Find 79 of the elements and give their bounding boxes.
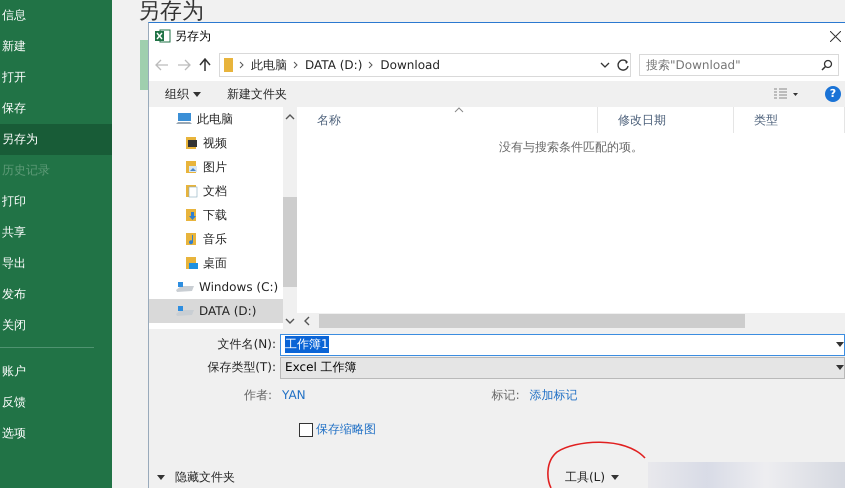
folder-icon: [224, 58, 233, 72]
menu-item[interactable]: 共享: [0, 217, 112, 248]
folder-icon: [185, 160, 199, 174]
menu-item[interactable]: 新建: [0, 31, 112, 62]
menu-item[interactable]: 导出: [0, 248, 112, 279]
scroll-down-icon[interactable]: [285, 317, 295, 325]
nav-item[interactable]: 视频: [163, 131, 283, 155]
up-arrow-icon[interactable]: [199, 58, 211, 72]
folder-icon: [185, 184, 199, 198]
caret-icon: [193, 92, 201, 96]
organize-menu[interactable]: 组织: [165, 86, 201, 102]
breadcrumb[interactable]: Download: [380, 58, 440, 72]
drive-icon: [175, 281, 195, 293]
field-label: 文件名(N):: [216, 336, 277, 353]
nav-item[interactable]: 下载: [163, 203, 283, 227]
caret-icon: [157, 474, 165, 480]
nav-item[interactable]: DATA (D:): [149, 299, 283, 323]
tools-menu[interactable]: 工具(L): [565, 468, 620, 486]
chevron-right-icon: [293, 61, 299, 69]
menu-item[interactable]: 选项: [0, 418, 112, 449]
horizontal-scrollbar[interactable]: [297, 313, 845, 329]
file-type-dropdown[interactable]: Excel 工作簿: [280, 356, 845, 378]
nav-item[interactable]: Windows (C:): [163, 275, 283, 299]
folder-icon: [185, 256, 199, 270]
menu-item[interactable]: 保存: [0, 93, 112, 124]
help-icon[interactable]: ?: [825, 86, 841, 102]
checkbox[interactable]: [299, 422, 313, 436]
add-tag-link[interactable]: 添加标记: [530, 386, 578, 404]
empty-message: 没有与搜索条件匹配的项。: [499, 140, 643, 154]
breadcrumb[interactable]: 此电脑: [251, 56, 287, 74]
view-options-icon[interactable]: [773, 88, 799, 100]
author-link[interactable]: YAN: [282, 388, 306, 402]
search-field[interactable]: 搜索"Download": [639, 54, 839, 76]
chevron-right-icon: [368, 61, 374, 69]
column-header[interactable]: 修改日期: [598, 107, 734, 133]
folder-icon: [185, 136, 199, 150]
scroll-left-icon[interactable]: [303, 316, 311, 326]
menu-item[interactable]: 打开: [0, 62, 112, 93]
menu-item[interactable]: 关闭: [0, 310, 112, 341]
menu-item[interactable]: 账户: [0, 356, 112, 387]
computer-icon: [175, 112, 193, 126]
menu-item[interactable]: 反馈: [0, 387, 112, 418]
accent-strip: [140, 40, 148, 90]
drive-icon: [175, 305, 195, 317]
file-name-value: 工作簿1: [285, 336, 329, 353]
nav-item[interactable]: 图片: [163, 155, 283, 179]
caret-icon: [611, 474, 620, 480]
nav-item[interactable]: 文档: [163, 179, 283, 203]
nav-item[interactable]: 此电脑: [163, 107, 283, 131]
folder-icon: [185, 232, 199, 246]
author-label: 作者:: [244, 386, 272, 404]
hide-folders-toggle[interactable]: 隐藏文件夹: [157, 468, 235, 486]
menu-item[interactable]: 打印: [0, 186, 112, 217]
address-bar[interactable]: 此电脑 DATA (D:) Download: [219, 53, 631, 77]
checkbox-label[interactable]: 保存缩略图: [316, 421, 376, 438]
file-name-field[interactable]: 工作簿1: [280, 334, 845, 356]
nav-item[interactable]: 桌面: [163, 251, 283, 275]
close-icon[interactable]: [830, 30, 841, 42]
scroll-up-icon[interactable]: [285, 113, 295, 121]
dropdown-icon: [836, 365, 844, 370]
refresh-icon[interactable]: [616, 58, 630, 72]
menu-item[interactable]: 另存为: [0, 124, 112, 155]
dropdown-icon[interactable]: [600, 62, 610, 68]
breadcrumb[interactable]: DATA (D:): [305, 58, 362, 72]
dialog-title: 另存为: [175, 28, 212, 44]
chevron-right-icon: [239, 61, 245, 69]
page-title: 另存为: [138, 0, 204, 26]
folder-icon: [185, 208, 199, 222]
column-header[interactable]: 类型: [734, 107, 845, 133]
new-folder-button[interactable]: 新建文件夹: [227, 86, 287, 102]
tags-label: 标记:: [492, 386, 520, 404]
menu-item[interactable]: 发布: [0, 279, 112, 310]
field-label: 保存类型(T):: [206, 359, 277, 376]
menu-item[interactable]: 信息: [0, 0, 112, 31]
sort-caret-icon: [454, 107, 464, 113]
spreadsheet-app-icon: [155, 29, 171, 43]
column-header[interactable]: 名称: [297, 107, 598, 133]
dropdown-icon: [836, 342, 844, 347]
nav-item[interactable]: 音乐: [163, 227, 283, 251]
